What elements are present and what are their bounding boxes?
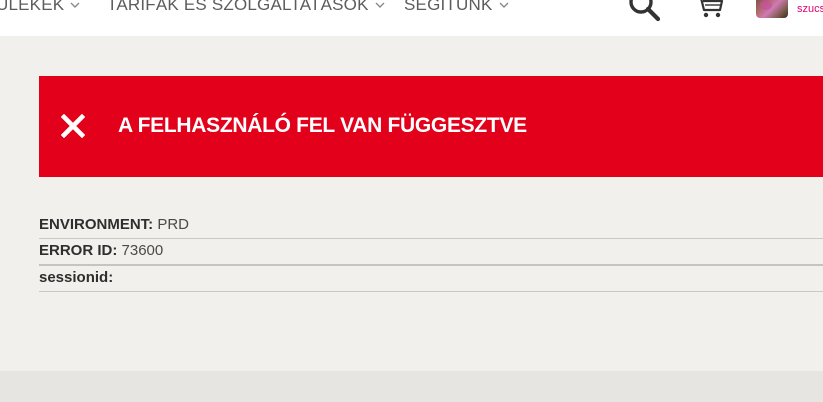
error-id-row: ERROR ID: 73600 bbox=[39, 238, 823, 266]
top-navigation-bar: ÜLEKEK TARIFÁK ÉS SZOLGÁLTATÁSOK SEGÍTÜN… bbox=[0, 0, 823, 36]
error-title: A FELHASZNÁLÓ FEL VAN FÜGGESZTVE bbox=[118, 114, 527, 137]
chevron-down-icon bbox=[499, 2, 509, 9]
avatar[interactable] bbox=[756, 0, 788, 18]
sessionid-label: sessionid: bbox=[39, 269, 114, 286]
error-id-label: ERROR ID: bbox=[39, 242, 118, 259]
nav-item-products[interactable]: ÜLEKEK bbox=[0, 0, 80, 16]
search-icon[interactable] bbox=[626, 0, 662, 22]
username-label[interactable]: szucs bbox=[797, 3, 823, 15]
nav-item-help[interactable]: SEGÍTÜNK bbox=[404, 0, 509, 16]
close-icon bbox=[61, 114, 85, 138]
chevron-down-icon bbox=[375, 2, 385, 9]
cart-icon[interactable] bbox=[695, 0, 725, 19]
error-id-value: 73600 bbox=[121, 242, 164, 259]
environment-label: ENVIRONMENT: bbox=[39, 216, 154, 233]
chevron-down-icon bbox=[70, 2, 80, 9]
nav-item-label: SEGÍTÜNK bbox=[404, 0, 493, 14]
sessionid-row: sessionid: bbox=[39, 265, 823, 292]
nav-item-label: ÜLEKEK bbox=[0, 0, 65, 14]
environment-value: PRD bbox=[157, 216, 190, 233]
nav-item-tariffs-services[interactable]: TARIFÁK ÉS SZOLGÁLTATÁSOK bbox=[107, 0, 385, 16]
nav-item-label: TARIFÁK ÉS SZOLGÁLTATÁSOK bbox=[107, 0, 369, 14]
environment-row: ENVIRONMENT: PRD bbox=[39, 212, 823, 239]
footer-band bbox=[0, 371, 823, 402]
